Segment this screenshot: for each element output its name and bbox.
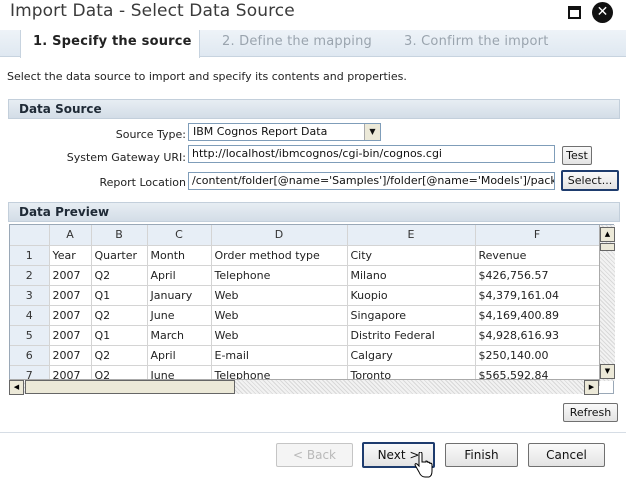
table-row: 6 2007 Q2 April E-mail Calgary $250,140.… [10,345,600,366]
table-cell: E-mail [211,345,348,366]
table-cell: April [147,265,212,286]
table-cell: Q1 [91,325,148,346]
column-header-row: A B C D E F [10,225,600,246]
table-cell: Calgary [347,345,476,366]
hand-cursor-icon [414,452,433,478]
table-cell: Month [147,245,212,266]
table-cell: Web [211,325,348,346]
step-confirm-import: 3. Confirm the import [404,34,549,49]
dropdown-arrow-icon[interactable]: ▼ [364,124,380,140]
scroll-up-icon[interactable]: ▲ [600,227,615,242]
row-number[interactable]: 6 [10,345,50,366]
table-cell: Web [211,305,348,326]
cancel-button[interactable]: Cancel [528,443,605,467]
table-cell: January [147,285,212,306]
select-button[interactable]: Select... [561,170,619,191]
table-cell: City [347,245,476,266]
column-header[interactable]: B [91,225,148,246]
column-header[interactable]: A [49,225,92,246]
step-define-mapping: 2. Define the mapping [222,34,373,49]
instructions-text: Select the data source to import and spe… [7,70,407,83]
table-cell: April [147,345,212,366]
scroll-down-icon[interactable]: ▼ [600,364,615,379]
table-cell: Distrito Federal [347,325,476,346]
table-row: 3 2007 Q1 January Web Kuopio $4,379,161.… [10,285,600,306]
minimize-icon[interactable] [568,6,581,19]
column-header[interactable]: D [211,225,348,246]
table-cell: $250,140.00 [475,345,600,366]
gateway-uri-input[interactable]: http://localhost/ibmcognos/cgi-bin/cogno… [188,145,555,163]
report-location-label: Report Location [99,176,187,189]
horizontal-scrollbar[interactable]: ◀ ▶ [9,379,599,395]
gateway-label: System Gateway URI: [66,151,186,164]
column-header[interactable]: C [147,225,212,246]
horizontal-scroll-thumb[interactable] [25,380,235,394]
row-number[interactable]: 2 [10,265,50,286]
table-cell: June [147,305,212,326]
table-cell: Telephone [211,265,348,286]
test-button[interactable]: Test [562,146,592,165]
table-cell: Singapore [347,305,476,326]
vertical-scroll-thumb[interactable] [600,243,615,251]
close-icon[interactable]: ✕ [592,2,613,23]
source-type-value: IBM Cognos Report Data [193,125,328,138]
table-cell: Kuopio [347,285,476,306]
preview-table: A B C D E F 1 Year Quarter Month Order m… [10,225,600,386]
table-row: 1 Year Quarter Month Order method type C… [10,245,600,266]
table-cell: 2007 [49,345,92,366]
column-header[interactable]: F [475,225,600,246]
table-cell: $4,169,400.89 [475,305,600,326]
table-cell: $4,928,616.93 [475,325,600,346]
table-cell: Milano [347,265,476,286]
table-row: 2 2007 Q2 April Telephone Milano $426,75… [10,265,600,286]
table-cell: Web [211,285,348,306]
table-cell: Q2 [91,305,148,326]
table-cell: Revenue [475,245,600,266]
source-type-label: Source Type: [115,128,186,141]
table-cell: 2007 [49,265,92,286]
title-bar: Import Data - Select Data Source ✕ [0,0,626,26]
data-preview-header: Data Preview [8,202,620,222]
report-location-input[interactable]: /content/folder[@name='Samples']/folder[… [188,172,555,190]
finish-button[interactable]: Finish [445,443,518,467]
table-cell: 2007 [49,285,92,306]
row-number[interactable]: 1 [10,245,50,266]
refresh-button[interactable]: Refresh [563,403,618,422]
table-cell: $426,756.57 [475,265,600,286]
source-type-select[interactable]: IBM Cognos Report Data ▼ [188,123,381,141]
data-source-header: Data Source [8,99,620,119]
column-header[interactable]: E [347,225,476,246]
step-specify-source: 1. Specify the source [33,34,192,49]
footer-divider [0,432,626,433]
row-number[interactable]: 4 [10,305,50,326]
row-number[interactable]: 3 [10,285,50,306]
table-row: 5 2007 Q1 March Web Distrito Federal $4,… [10,325,600,346]
corner-cell [10,225,50,246]
table-cell: 2007 [49,325,92,346]
scroll-left-icon[interactable]: ◀ [9,380,24,395]
vertical-scrollbar[interactable]: ▲ ▼ [599,225,615,381]
table-cell: Q1 [91,285,148,306]
table-cell: 2007 [49,305,92,326]
table-cell: Quarter [91,245,148,266]
data-preview-grid[interactable]: A B C D E F 1 Year Quarter Month Order m… [9,224,614,394]
table-cell: Order method type [211,245,348,266]
table-cell: Q2 [91,345,148,366]
table-cell: Q2 [91,265,148,286]
table-cell: Year [49,245,92,266]
scroll-right-icon[interactable]: ▶ [584,380,599,395]
back-button[interactable]: < Back [276,443,353,467]
table-cell: March [147,325,212,346]
table-cell: $4,379,161.04 [475,285,600,306]
row-number[interactable]: 5 [10,325,50,346]
table-row: 4 2007 Q2 June Web Singapore $4,169,400.… [10,305,600,326]
window-title: Import Data - Select Data Source [10,1,295,21]
